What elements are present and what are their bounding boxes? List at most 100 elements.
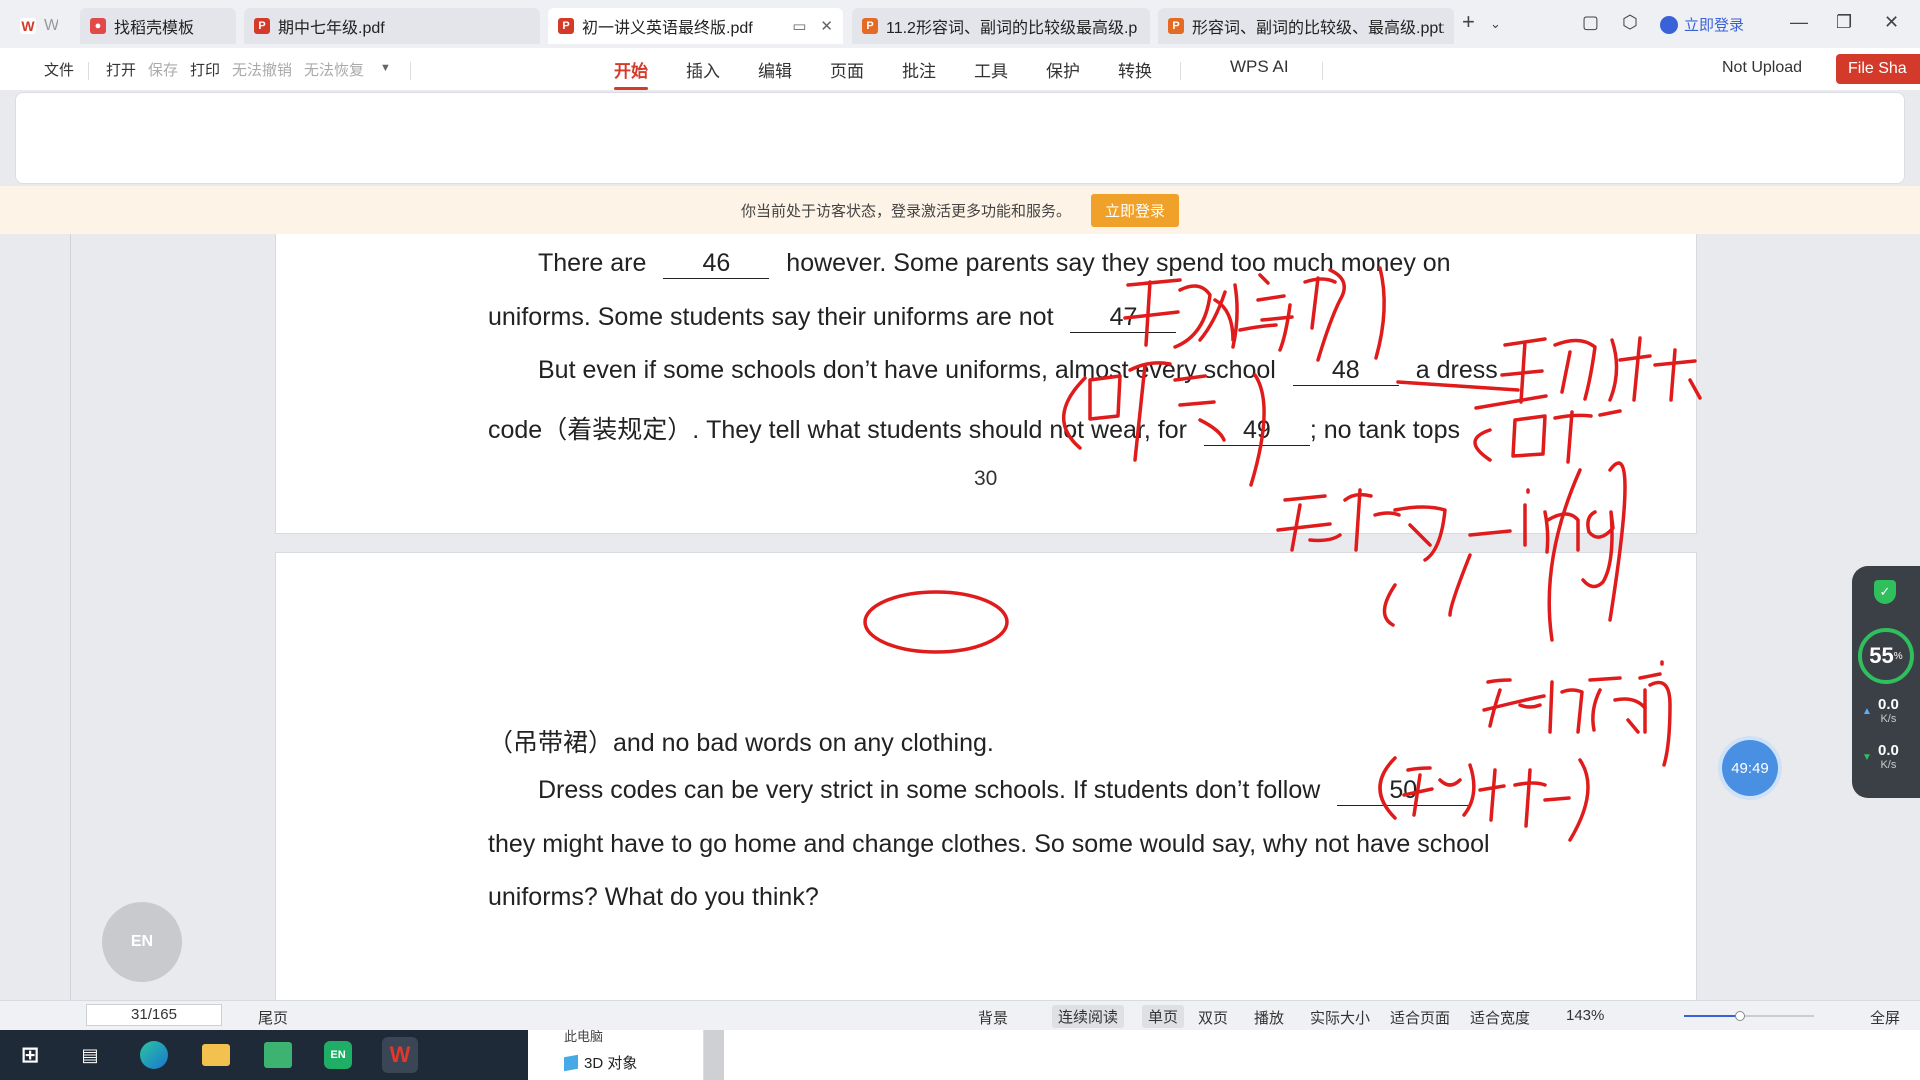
pdf-page-31: （吊带裙）and no bad words on any clothing. D… (275, 552, 1697, 1000)
page-number: 30 (974, 467, 998, 490)
en-badge: EN (130, 933, 154, 950)
restore-icon[interactable]: ❐ (1836, 12, 1852, 33)
upload-speed: 0.0 K/s (1878, 696, 1899, 725)
input-method-ball[interactable]: EN (102, 902, 182, 982)
ribbon-panel (15, 92, 1905, 184)
zoom-level[interactable]: 143% (1566, 1007, 1604, 1024)
file-share-button[interactable]: File Sha (1836, 54, 1920, 84)
text-line: Dress codes can be very strict in some s… (538, 776, 1470, 806)
fullscreen-button[interactable]: 全屏 (1870, 1007, 1900, 1028)
play-button[interactable]: 播放 (1254, 1007, 1284, 1028)
ribbon-tab-comment[interactable]: 批注 (902, 57, 936, 82)
3d-objects-item[interactable]: 3D 对象 (564, 1052, 637, 1073)
double-page-button[interactable]: 双页 (1198, 1007, 1228, 1028)
pdf-icon: P (558, 18, 574, 34)
menu-redo[interactable]: 无法恢复 (304, 59, 364, 80)
en-app-icon[interactable]: EN (320, 1037, 356, 1073)
pptx-icon: P (1168, 18, 1184, 34)
fit-width-button[interactable]: 适合宽度 (1470, 1007, 1530, 1028)
3d-cube-icon (564, 1054, 578, 1071)
screen-icon[interactable]: ▭ (792, 17, 806, 35)
ribbon-tab-wps-ai[interactable]: WPS AI (1230, 57, 1289, 77)
ribbon-tab-protect[interactable]: 保护 (1046, 57, 1080, 82)
windows-start-icon[interactable]: ⊞ (12, 1037, 48, 1073)
tab-midterm-pdf[interactable]: P 期中七年级.pdf (244, 8, 540, 44)
tab-pptx-1[interactable]: P 11.2形容词、副词的比较级最高级.p (852, 8, 1150, 44)
actual-size-button[interactable]: 实际大小 (1310, 1007, 1370, 1028)
menu-file[interactable]: 文件 (44, 59, 74, 80)
guest-banner: 你当前处于访客状态，登录激活更多功能和服务。 立即登录 (0, 186, 1920, 234)
continuous-reading-button[interactable]: 连续阅读 (1052, 1005, 1125, 1028)
not-upload-status[interactable]: Not Upload (1722, 59, 1802, 77)
ribbon-tab-insert[interactable]: 插入 (686, 57, 720, 82)
guest-banner-text: 你当前处于访客状态，登录激活更多功能和服务。 (740, 202, 1071, 220)
menu-open[interactable]: 打开 (106, 59, 136, 80)
shield-check-icon: ✓ (1874, 580, 1896, 604)
chevron-down-icon[interactable]: ⌄ (1490, 16, 1501, 32)
new-tab-plus-icon[interactable]: + (1462, 9, 1475, 35)
last-page-button[interactable]: 尾页 (258, 1007, 288, 1028)
text-line: uniforms. Some students say their unifor… (488, 303, 1177, 333)
ribbon-tab-edit[interactable]: 编辑 (758, 57, 792, 82)
tab-english-handout-pdf[interactable]: P 初一讲义英语最终版.pdf ▭ ✕ (548, 8, 843, 44)
blank-47: 47 (1070, 303, 1177, 333)
top-login[interactable]: 立即登录 (1660, 14, 1744, 35)
fit-page-button[interactable]: 适合页面 (1390, 1007, 1450, 1028)
pptx-icon: P (862, 18, 878, 34)
text-line: code（着装规定）. They tell what students shou… (488, 416, 1460, 446)
blank-46: 46 (663, 249, 770, 279)
text-line: But even if some schools don’t have unif… (538, 356, 1498, 386)
pdf-icon: P (254, 18, 270, 34)
ribbon-tab-start[interactable]: 开始 (614, 57, 648, 90)
upload-arrow-icon: ▲ (1862, 706, 1872, 717)
download-speed: 0.0 K/s (1878, 742, 1899, 771)
zoom-slider-fill (1684, 1015, 1740, 1017)
tab-docer[interactable]: ● 找稻壳模板 (80, 8, 236, 44)
task-view-icon[interactable]: ▤ (72, 1037, 108, 1073)
ribbon-tab-page[interactable]: 页面 (830, 57, 864, 82)
ribbon-tab-convert[interactable]: 转换 (1118, 57, 1152, 82)
blank-48: 48 (1292, 356, 1399, 386)
pdf-page-30: There are 46 however. Some parents say t… (275, 234, 1697, 534)
edge-browser-icon[interactable] (136, 1037, 172, 1073)
recording-timer[interactable]: 49:49 (1722, 740, 1778, 796)
document-viewport[interactable]: There are 46 however. Some parents say t… (0, 234, 1920, 1000)
cube-icon[interactable]: ⬡ (1622, 12, 1638, 33)
menu-save[interactable]: 保存 (148, 59, 178, 80)
download-arrow-icon: ▼ (1862, 752, 1872, 763)
status-bar: 31/165 尾页 背景 连续阅读 单页 双页 播放 实际大小 适合页面 适合宽… (0, 1000, 1920, 1030)
close-icon[interactable]: ✕ (820, 17, 833, 35)
window-close-icon[interactable]: ✕ (1884, 12, 1899, 33)
menu-print[interactable]: 打印 (190, 59, 220, 80)
background-button[interactable]: 背景 (978, 1007, 1008, 1028)
cpu-usage-ring: 55% (1858, 628, 1914, 684)
minimize-icon[interactable]: — (1790, 12, 1808, 33)
menu-undo[interactable]: 无法撤销 (232, 59, 292, 80)
text-line: uniforms? What do you think? (488, 883, 819, 911)
docer-icon: ● (90, 18, 106, 34)
explorer-tree-fragment: 此电脑 3D 对象 (528, 1029, 704, 1080)
menu-bar: 文件 打开 保存 打印 无法撤销 无法恢复 ▼ 开始 插入 编辑 页面 批注 工… (0, 48, 1920, 90)
more-dropdown-icon[interactable]: ▼ (380, 62, 391, 74)
wps-logo-icon: W (20, 18, 36, 34)
text-line: （吊带裙）and no bad words on any clothing. (488, 729, 994, 757)
text-line: There are 46 however. Some parents say t… (538, 249, 1451, 279)
blank-50: 50 (1337, 776, 1470, 806)
tab-wps-home[interactable]: W W (10, 8, 68, 44)
tab-bar: W W ● 找稻壳模板 P 期中七年级.pdf P 初一讲义英语最终版.pdf … (0, 0, 1920, 48)
window-layout-icon[interactable]: ▢ (1582, 12, 1599, 33)
banner-login-button[interactable]: 立即登录 (1091, 193, 1180, 227)
this-pc-item[interactable]: 此电脑 (564, 1026, 603, 1045)
text-line: they might have to go home and change cl… (488, 830, 1490, 858)
zoom-slider-knob[interactable] (1734, 1011, 1745, 1021)
tab-pptx-2[interactable]: P 形容词、副词的比较级、最高级.pptx (1158, 8, 1454, 44)
whiteboard-app-icon[interactable] (260, 1037, 296, 1073)
performance-widget[interactable]: ✓ 55% ▲ 0.0 K/s ▼ 0.0 K/s (1852, 566, 1920, 798)
page-number-input[interactable]: 31/165 (86, 1004, 222, 1026)
blank-49: 49 (1203, 416, 1310, 446)
wps-taskbar-icon[interactable]: W (382, 1037, 418, 1073)
file-explorer-icon[interactable] (198, 1037, 234, 1073)
ribbon-tab-tools[interactable]: 工具 (974, 57, 1008, 82)
single-page-button[interactable]: 单页 (1142, 1005, 1185, 1028)
user-icon (1660, 15, 1678, 34)
